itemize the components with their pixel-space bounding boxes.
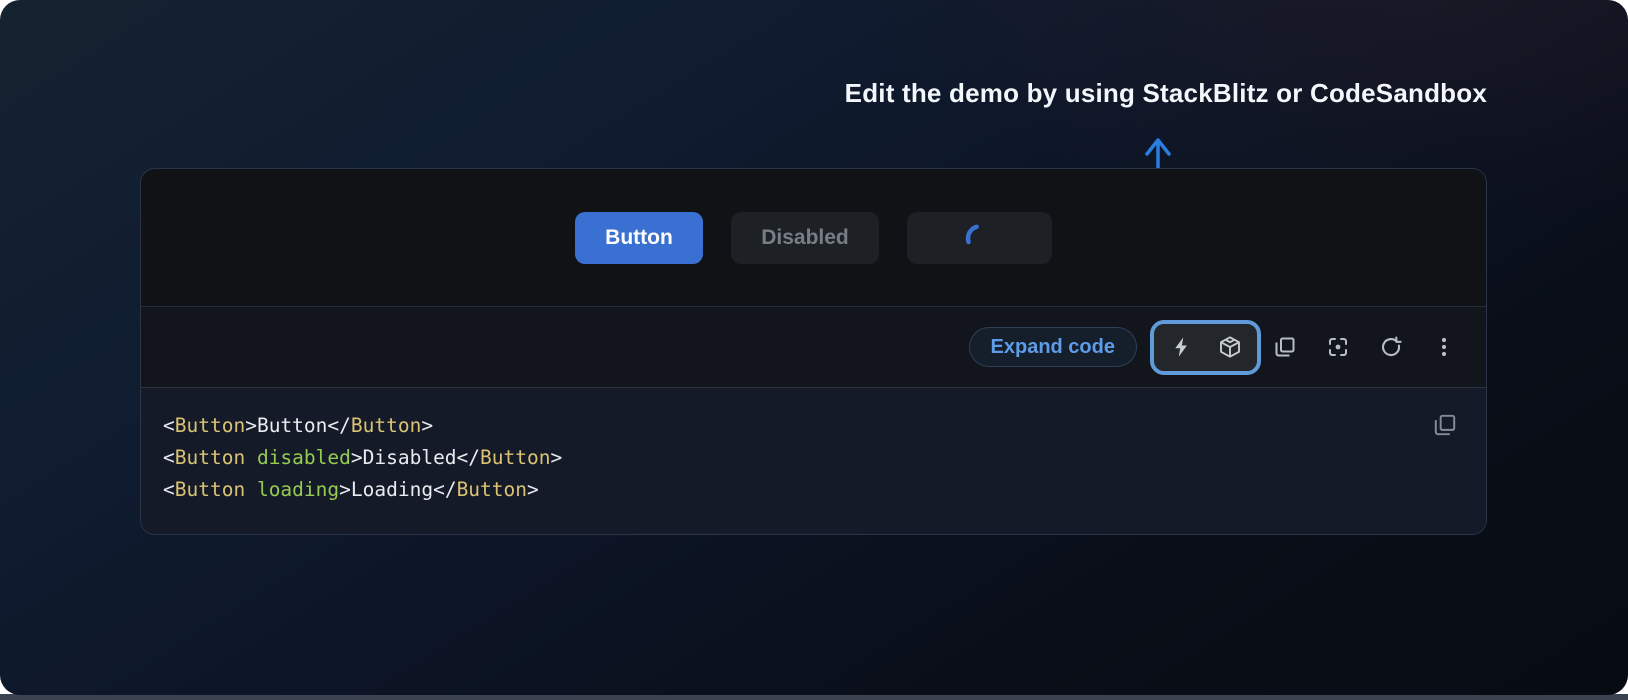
copy-icon [1432,412,1458,438]
demo-button-disabled-label: Disabled [761,226,849,250]
demo-preview-area: Button Disabled [141,169,1486,306]
highlighted-icon-group [1150,320,1261,375]
code-line: <Button>Button</Button> [163,410,1486,442]
copy-snippet-button[interactable] [1432,412,1458,438]
demo-button-primary[interactable]: Button [575,212,703,264]
code-block: <Button>Button</Button><Button disabled>… [141,388,1486,534]
focus-scan-icon [1326,335,1350,359]
expand-code-button[interactable]: Expand code [969,327,1137,367]
codesandbox-cube-icon [1218,335,1242,359]
component-demo-card: Button Disabled Expand code [140,168,1487,535]
code-line: <Button disabled>Disabled</Button> [163,442,1486,474]
more-vertical-icon [1432,335,1456,359]
expand-code-label: Expand code [991,336,1115,359]
lightning-icon [1171,336,1193,358]
demo-button-disabled[interactable]: Disabled [731,212,879,264]
demo-toolbar: Expand code [141,306,1486,388]
copy-icon [1273,335,1297,359]
code-lines: <Button>Button</Button><Button disabled>… [163,410,1486,506]
stackblitz-button[interactable] [1170,335,1194,359]
more-actions-button[interactable] [1432,335,1456,359]
annotation-text: Edit the demo by using StackBlitz or Cod… [845,78,1487,109]
refresh-demo-button[interactable] [1379,335,1403,359]
demo-button-loading[interactable] [907,212,1052,264]
code-snippet-button[interactable] [1326,335,1350,359]
code-line: <Button loading>Loading</Button> [163,474,1486,506]
demo-button-primary-label: Button [605,226,673,250]
copy-code-button[interactable] [1273,335,1297,359]
loading-spinner-icon [963,221,997,255]
screenshot-stage: Edit the demo by using StackBlitz or Cod… [0,0,1628,700]
codesandbox-button[interactable] [1218,335,1242,359]
refresh-icon [1379,335,1403,359]
